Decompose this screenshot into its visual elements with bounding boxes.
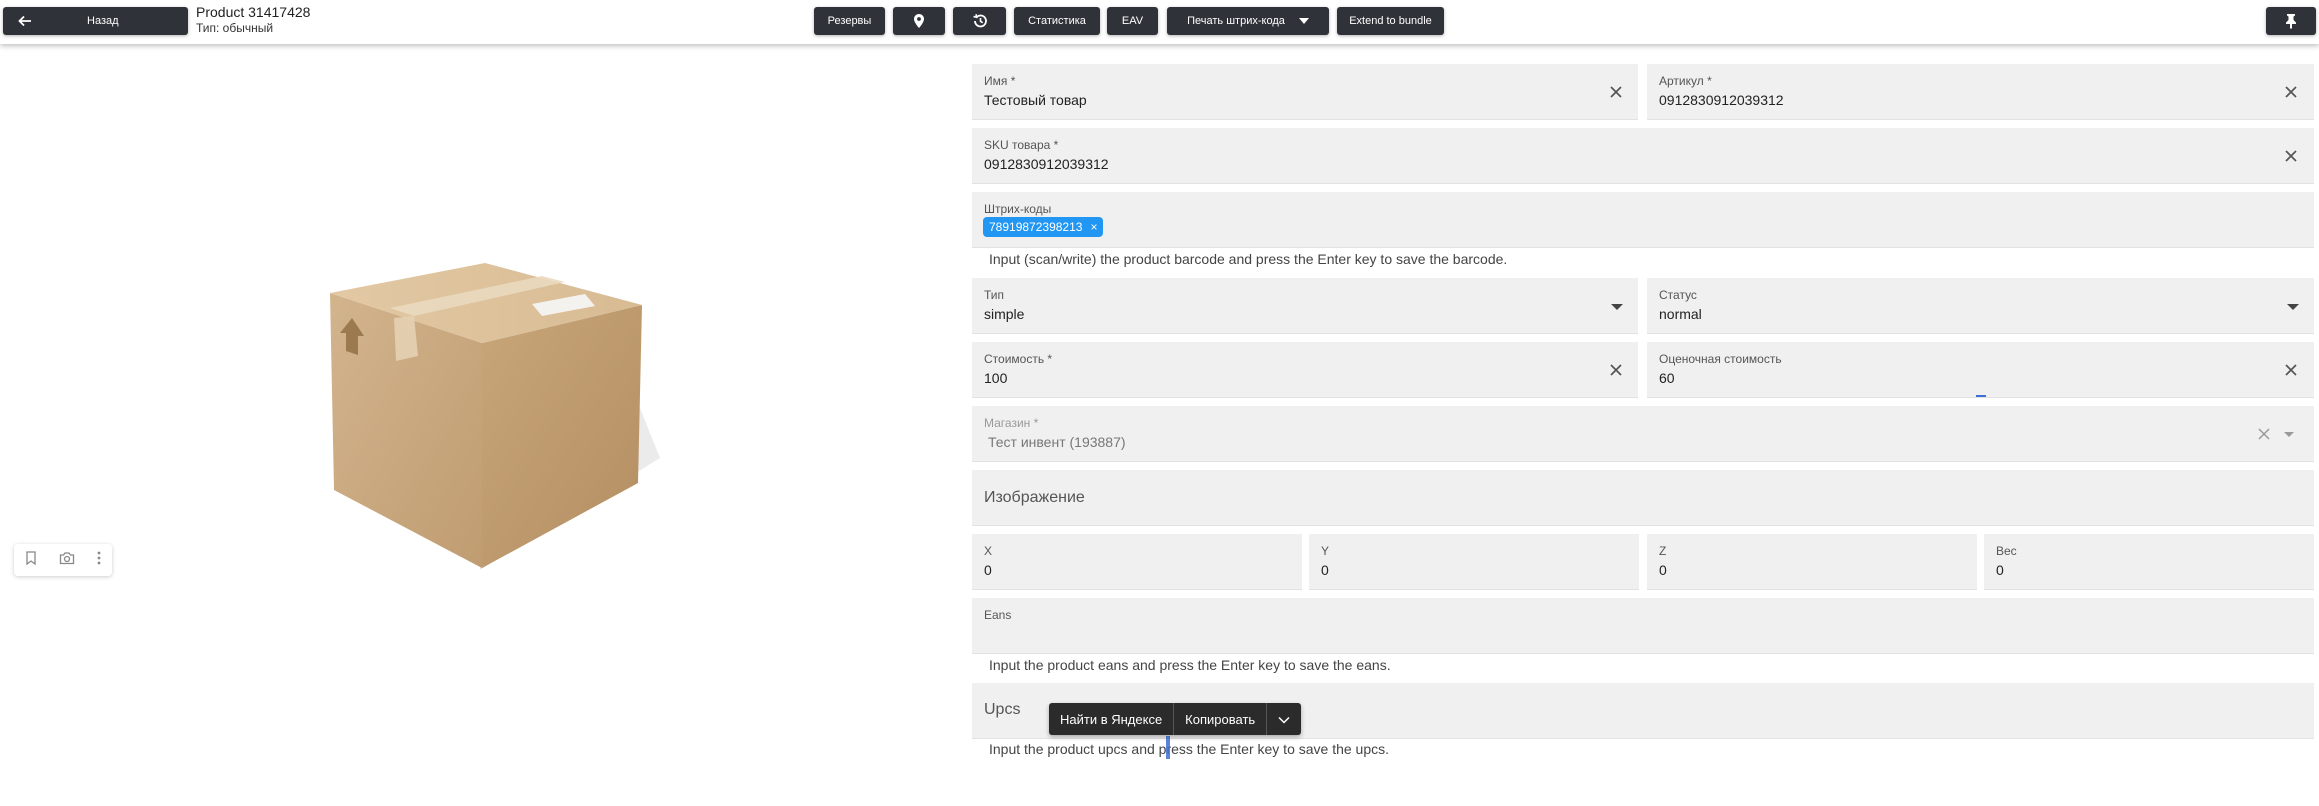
extend-to-bundle-label: Extend to bundle [1349, 15, 1432, 27]
estimated-cost-value[interactable]: 60 [1659, 370, 1675, 386]
top-toolbar: Назад Product 31417428 Тип: обычный Резе… [0, 0, 2319, 44]
dropdown-arrow-icon [2284, 432, 2294, 437]
extend-to-bundle-button[interactable]: Extend to bundle [1337, 7, 1444, 35]
z-label: Z [1659, 544, 1667, 558]
weight-field[interactable]: Вес 0 [1984, 534, 2314, 590]
x-field[interactable]: X 0 [972, 534, 1302, 590]
shop-select: Магазин * Тест инвент (193887) [972, 406, 2314, 462]
upcs-hint: Input the product upcs and press the Ent… [989, 741, 1390, 757]
bookmark-icon[interactable] [25, 550, 37, 570]
name-value[interactable]: Тестовый товар [984, 92, 1087, 108]
article-label: Артикул * [1659, 74, 1712, 88]
barcodes-hint: Input (scan/write) the product barcode a… [989, 251, 1508, 267]
y-label: Y [1321, 544, 1330, 558]
image-tools [14, 544, 112, 576]
estimated-cost-field[interactable]: Оценочная стоимость 60 [1647, 342, 2314, 398]
barcode-chip[interactable]: 78919872398213 × [983, 217, 1104, 237]
statistics-button[interactable]: Статистика [1014, 7, 1100, 35]
more-vert-icon[interactable] [97, 551, 101, 570]
reserves-button[interactable]: Резервы [814, 7, 885, 35]
estimated-cost-label: Оценочная стоимость [1659, 352, 1782, 366]
eans-hint: Input the product eans and press the Ent… [989, 657, 1391, 673]
copy-label: Копировать [1185, 711, 1256, 727]
eav-label: EAV [1121, 15, 1144, 27]
image-field[interactable]: Изображение [972, 470, 2314, 526]
article-field[interactable]: Артикул * 0912830912039312 [1647, 64, 2314, 120]
arrow-left-icon [17, 13, 33, 29]
chip-remove-icon[interactable]: × [1090, 220, 1097, 234]
sku-label: SKU товара * [984, 138, 1059, 152]
copy-menu-item[interactable]: Копировать [1174, 703, 1266, 735]
clear-icon[interactable] [2283, 362, 2299, 378]
dropdown-arrow-icon[interactable] [1611, 304, 1623, 310]
text-selection-handle[interactable] [1166, 736, 1170, 759]
y-field[interactable]: Y 0 [1309, 534, 1639, 590]
back-button[interactable]: Назад [3, 7, 188, 35]
barcodes-label: Штрих-коды [984, 202, 1052, 216]
caret-down-icon [1298, 18, 1309, 24]
y-value[interactable]: 0 [1321, 562, 1329, 578]
weight-value[interactable]: 0 [1996, 562, 2004, 578]
text-context-menu: Найти в Яндексе Копировать [1049, 703, 1302, 735]
status-value: normal [1659, 306, 1702, 322]
cost-field[interactable]: Стоимость * 100 [972, 342, 1638, 398]
history-button[interactable] [953, 7, 1006, 35]
type-value: simple [984, 306, 1025, 322]
sku-field[interactable]: SKU товара * 0912830912039312 [972, 128, 2314, 184]
clear-icon[interactable] [2283, 84, 2299, 100]
cost-label: Стоимость * [984, 352, 1053, 366]
product-box-image [330, 263, 660, 570]
eav-button[interactable]: EAV [1107, 7, 1158, 35]
upcs-placeholder: Upcs [984, 701, 1021, 718]
name-field[interactable]: Имя * Тестовый товар [972, 64, 1638, 120]
chevron-down-icon [1278, 712, 1290, 727]
text-cursor [1976, 395, 1986, 397]
eans-label: Eans [984, 608, 1012, 622]
clear-icon[interactable] [1608, 84, 1624, 100]
camera-icon[interactable] [59, 551, 75, 570]
location-button[interactable] [893, 7, 945, 35]
image-placeholder: Изображение [984, 489, 1085, 506]
back-label: Назад [87, 15, 119, 27]
pin-button[interactable] [2266, 7, 2316, 35]
print-barcode-label: Печать штрих-кода [1187, 15, 1285, 27]
page-title: Product 31417428 [196, 4, 311, 20]
type-label: Тип [984, 288, 1005, 302]
status-label: Статус [1659, 288, 1697, 302]
clear-icon[interactable] [1608, 362, 1624, 378]
barcodes-field[interactable]: Штрих-коды 78919872398213 × [972, 192, 2314, 248]
article-value[interactable]: 0912830912039312 [1659, 92, 1784, 108]
z-value[interactable]: 0 [1659, 562, 1667, 578]
page-subtitle: Тип: обычный [196, 21, 274, 35]
search-yandex-menu-item[interactable]: Найти в Яндексе [1049, 703, 1173, 735]
clear-icon [2258, 428, 2270, 440]
x-value[interactable]: 0 [984, 562, 992, 578]
eans-field[interactable]: Eans [972, 598, 2314, 654]
history-icon [972, 13, 988, 29]
shop-label: Магазин * [984, 416, 1039, 430]
name-label: Имя * [984, 74, 1016, 88]
dropdown-arrow-icon[interactable] [2287, 304, 2299, 310]
statistics-label: Статистика [1028, 15, 1086, 27]
more-options-menu-item[interactable] [1267, 703, 1301, 735]
search-yandex-label: Найти в Яндексе [1060, 711, 1163, 727]
pin-icon [2284, 13, 2298, 29]
reserves-label: Резервы [827, 15, 872, 27]
print-barcode-button[interactable]: Печать штрих-кода [1167, 7, 1329, 35]
barcode-chip-label: 78919872398213 [989, 220, 1083, 234]
z-field[interactable]: Z 0 [1647, 534, 1977, 590]
shop-value: Тест инвент (193887) [988, 434, 1126, 450]
clear-icon[interactable] [2283, 148, 2299, 164]
status-select[interactable]: Статус normal [1647, 278, 2314, 334]
weight-label: Вес [1996, 544, 2017, 558]
sku-value[interactable]: 0912830912039312 [984, 156, 1109, 172]
x-label: X [984, 544, 993, 558]
cost-value[interactable]: 100 [984, 370, 1007, 386]
type-select[interactable]: Тип simple [972, 278, 1638, 334]
location-pin-icon [912, 13, 926, 29]
